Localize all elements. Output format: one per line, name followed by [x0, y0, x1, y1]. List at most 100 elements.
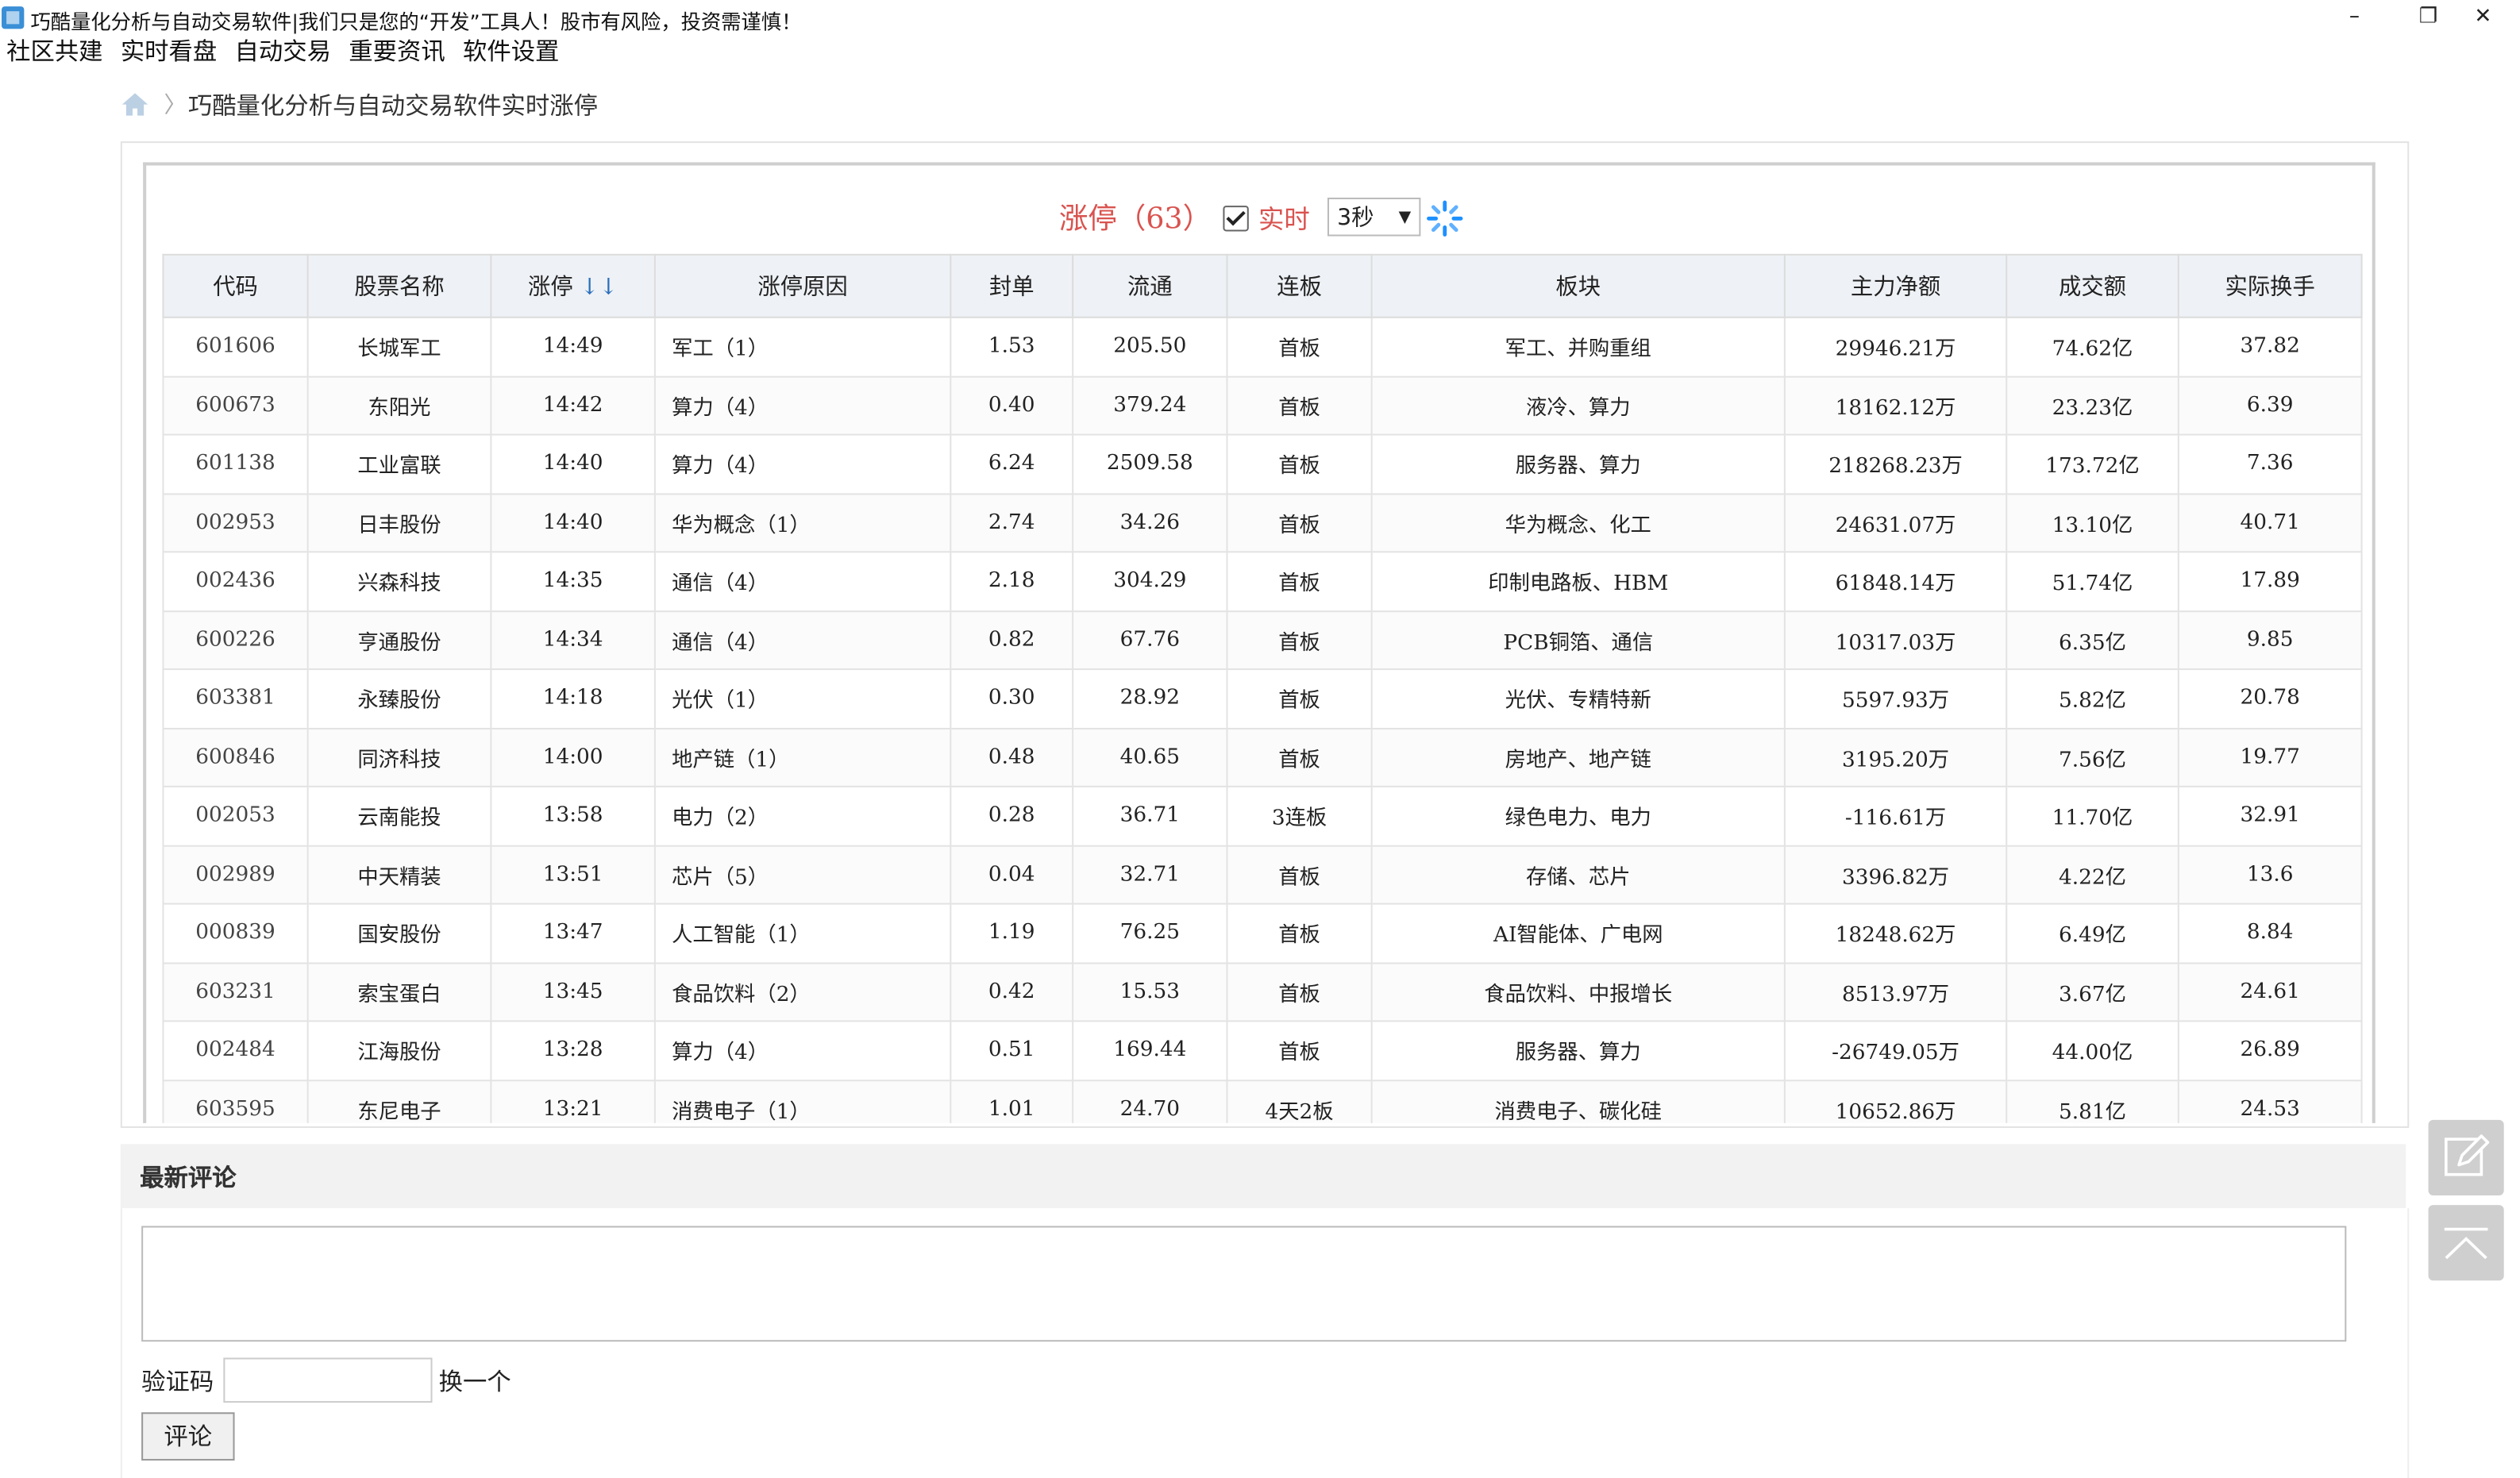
- header-float[interactable]: 流通: [1072, 253, 1228, 318]
- table-row[interactable]: 000839 国安股份 13:47 人工智能（1） 1.19 76.25 首板 AI智能体、广…: [162, 903, 2363, 964]
- header-name[interactable]: 股票名称: [306, 253, 492, 318]
- cell-seal-order: 2.74: [950, 492, 1074, 553]
- cell-limit-time: 14:40: [490, 492, 656, 553]
- cell-seal-order: 0.82: [950, 610, 1074, 671]
- cell-turnover-amount: 6.35亿: [2006, 610, 2179, 671]
- table-row[interactable]: 601606 长城军工 14:49 军工（1） 1.53 205.50 首板 军工、并购重组 2…: [162, 316, 2363, 377]
- cell-code: 002053: [162, 785, 309, 846]
- header-limit-time[interactable]: 涨停 ↓↓: [490, 253, 656, 318]
- cell-float: 76.25: [1072, 903, 1228, 964]
- live-checkbox[interactable]: [1223, 206, 1249, 232]
- cell-reason: 通信（4）: [653, 551, 952, 612]
- cell-float: 2509.58: [1072, 433, 1228, 495]
- cell-float: 205.50: [1072, 316, 1228, 377]
- cell-float: 28.92: [1072, 668, 1228, 729]
- cell-code: 002989: [162, 844, 309, 905]
- limit-up-frame: 涨停（63） 实时 3秒 ▼ 代码 股票名称 涨停 ↓↓ 涨停原因 封单 流通 …: [143, 162, 2376, 1123]
- menu-settings[interactable]: 软件设置: [463, 36, 559, 67]
- app-logo-icon: [2, 6, 25, 29]
- cell-name: 日丰股份: [306, 492, 492, 553]
- cell-sector: 军工、并购重组: [1370, 316, 1786, 377]
- table-body: 601606 长城军工 14:49 军工（1） 1.53 205.50 首板 军工、并购重组 2…: [162, 316, 2363, 1123]
- cell-code: 002953: [162, 492, 309, 553]
- cell-code: 600226: [162, 610, 309, 671]
- header-turnover-rate[interactable]: 实际换手: [2177, 253, 2363, 318]
- menu-community[interactable]: 社区共建: [6, 36, 102, 67]
- table-row[interactable]: 603231 索宝蛋白 13:45 食品饮料（2） 0.42 15.53 首板 食品饮料、中报…: [162, 961, 2363, 1022]
- captcha-input[interactable]: [223, 1357, 433, 1403]
- cell-main-net: 18248.62万: [1783, 903, 2008, 964]
- cell-turnover-amount: 5.82亿: [2006, 668, 2179, 729]
- comments-header: 最新评论: [120, 1144, 2406, 1209]
- table-row[interactable]: 002484 江海股份 13:28 算力（4） 0.51 169.44 首板 服务器、算力 -2…: [162, 1020, 2363, 1081]
- comment-textarea[interactable]: [141, 1226, 2347, 1342]
- header-seal-order[interactable]: 封单: [950, 253, 1074, 318]
- table-row[interactable]: 002953 日丰股份 14:40 华为概念（1） 2.74 34.26 首板 华为概念、化工…: [162, 492, 2363, 553]
- minimize-button[interactable]: –: [2318, 0, 2391, 36]
- cell-reason: 光伏（1）: [653, 668, 952, 729]
- header-streak[interactable]: 连板: [1226, 253, 1373, 318]
- cell-float: 169.44: [1072, 1020, 1228, 1081]
- cell-sector: 华为概念、化工: [1370, 492, 1786, 553]
- cell-sector: 液冷、算力: [1370, 375, 1786, 436]
- header-main-net[interactable]: 主力净额: [1783, 253, 2008, 318]
- app-window: 巧酷量化分析与自动交易软件|我们只是您的“开发”工具人！股市有风险，投资需谨慎！…: [0, 0, 2520, 1478]
- submit-comment-button[interactable]: 评论: [141, 1412, 235, 1461]
- cell-sector: 食品饮料、中报增长: [1370, 961, 1786, 1022]
- cell-turnover-amount: 5.81亿: [2006, 1079, 2179, 1123]
- table-row[interactable]: 603381 永臻股份 14:18 光伏（1） 0.30 28.92 首板 光伏、专精特新 55…: [162, 668, 2363, 729]
- cell-streak: 首板: [1226, 433, 1373, 495]
- table-row[interactable]: 601138 工业富联 14:40 算力（4） 6.24 2509.58 首板 服务器、算力 2…: [162, 433, 2363, 495]
- header-reason[interactable]: 涨停原因: [653, 253, 952, 318]
- cell-turnover-amount: 3.67亿: [2006, 961, 2179, 1022]
- home-icon[interactable]: [121, 93, 148, 116]
- cell-streak: 首板: [1226, 903, 1373, 964]
- cell-turnover-amount: 11.70亿: [2006, 785, 2179, 846]
- cell-turnover-amount: 51.74亿: [2006, 551, 2179, 612]
- cell-float: 15.53: [1072, 961, 1228, 1022]
- cell-turnover-rate: 19.77: [2177, 726, 2363, 787]
- menu-news[interactable]: 重要资讯: [349, 36, 445, 67]
- cell-streak: 首板: [1226, 375, 1373, 436]
- cell-limit-time: 14:00: [490, 726, 656, 787]
- table-row[interactable]: 603595 东尼电子 13:21 消费电子（1） 1.01 24.70 4天2板 消费电子、…: [162, 1079, 2363, 1123]
- captcha-refresh-link[interactable]: 换一个: [439, 1364, 511, 1399]
- cell-streak: 首板: [1226, 961, 1373, 1022]
- cell-turnover-rate: 37.82: [2177, 316, 2363, 377]
- table-row[interactable]: 002436 兴森科技 14:35 通信（4） 2.18 304.29 首板 印制电路板、HB…: [162, 551, 2363, 612]
- cell-code: 601138: [162, 433, 309, 495]
- cell-turnover-rate: 40.71: [2177, 492, 2363, 553]
- cell-reason: 芯片（5）: [653, 844, 952, 905]
- cell-name: 东尼电子: [306, 1079, 492, 1123]
- header-code[interactable]: 代码: [162, 253, 309, 318]
- cell-float: 34.26: [1072, 492, 1228, 553]
- table-row[interactable]: 600846 同济科技 14:00 地产链（1） 0.48 40.65 首板 房地产、地产链 3…: [162, 726, 2363, 787]
- header-sector[interactable]: 板块: [1370, 253, 1786, 318]
- table-row[interactable]: 002989 中天精装 13:51 芯片（5） 0.04 32.71 首板 存储、芯片 3396…: [162, 844, 2363, 905]
- cell-seal-order: 0.30: [950, 668, 1074, 729]
- cell-main-net: 218268.23万: [1783, 433, 2008, 495]
- cell-name: 亨通股份: [306, 610, 492, 671]
- cell-seal-order: 1.19: [950, 903, 1074, 964]
- header-turnover-amount[interactable]: 成交额: [2006, 253, 2179, 318]
- menu-live-board[interactable]: 实时看盘: [121, 36, 217, 67]
- table-row[interactable]: 600673 东阳光 14:42 算力（4） 0.40 379.24 首板 液冷、算力 1816…: [162, 375, 2363, 436]
- cell-name: 索宝蛋白: [306, 961, 492, 1022]
- edit-float-button[interactable]: [2428, 1119, 2504, 1196]
- cell-limit-time: 13:45: [490, 961, 656, 1022]
- cell-turnover-amount: 23.23亿: [2006, 375, 2179, 436]
- back-to-top-button[interactable]: [2428, 1205, 2504, 1281]
- cell-turnover-amount: 173.72亿: [2006, 433, 2179, 495]
- cell-seal-order: 0.40: [950, 375, 1074, 436]
- cell-turnover-rate: 7.36: [2177, 433, 2363, 495]
- close-button[interactable]: ✕: [2446, 0, 2520, 36]
- table-row[interactable]: 600226 亨通股份 14:34 通信（4） 0.82 67.76 首板 PCB铜箔、通信 1…: [162, 610, 2363, 671]
- cell-streak: 4天2板: [1226, 1079, 1373, 1123]
- menu-auto-trade[interactable]: 自动交易: [235, 36, 331, 67]
- cell-code: 002484: [162, 1020, 309, 1081]
- refresh-interval-select[interactable]: 3秒 ▼: [1327, 197, 1421, 237]
- cell-reason: 电力（2）: [653, 785, 952, 846]
- table-row[interactable]: 002053 云南能投 13:58 电力（2） 0.28 36.71 3连板 绿色电力、电力 -…: [162, 785, 2363, 846]
- refresh-interval-value: 3秒: [1337, 206, 1374, 232]
- cell-turnover-amount: 4.22亿: [2006, 844, 2179, 905]
